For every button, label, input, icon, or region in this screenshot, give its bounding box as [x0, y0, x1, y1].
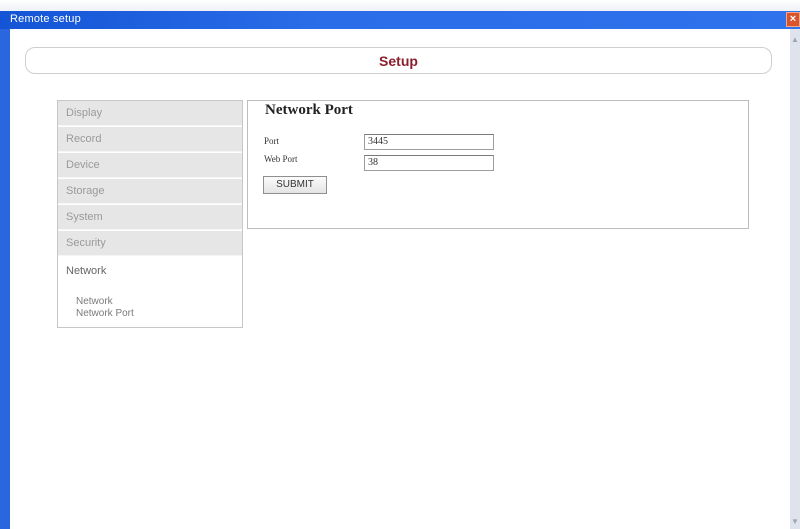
sidebar-subitem-network[interactable]: Network: [76, 296, 113, 308]
window-title: Remote setup: [10, 13, 81, 25]
top-strip: [0, 0, 800, 11]
sidebar-item-system[interactable]: System: [58, 205, 242, 230]
port-input[interactable]: 3445: [364, 134, 494, 150]
window-left-border: [0, 29, 10, 529]
sidebar-item-storage[interactable]: Storage: [58, 179, 242, 204]
setup-header: Setup: [25, 47, 772, 74]
settings-sidebar: Display Record Device Storage System Sec…: [57, 100, 243, 328]
submit-button[interactable]: SUBMIT: [263, 176, 327, 194]
web-port-label: Web Port: [264, 154, 298, 164]
remote-setup-window: Remote setup × ▲ ▼ Setup Display Record …: [0, 0, 800, 529]
scroll-up-icon[interactable]: ▲: [790, 35, 800, 45]
web-port-input[interactable]: 38: [364, 155, 494, 171]
port-label: Port: [264, 136, 280, 146]
network-port-panel: [247, 100, 749, 229]
sidebar-item-display[interactable]: Display: [58, 101, 242, 126]
scrollbar[interactable]: [790, 29, 800, 529]
sidebar-item-security[interactable]: Security: [58, 231, 242, 256]
sidebar-item-device[interactable]: Device: [58, 153, 242, 178]
scroll-down-icon[interactable]: ▼: [790, 517, 800, 527]
sidebar-subitem-network-port[interactable]: Network Port: [76, 308, 134, 320]
panel-title: Network Port: [265, 102, 353, 118]
sidebar-item-record[interactable]: Record: [58, 127, 242, 152]
title-bar[interactable]: [0, 11, 800, 29]
close-button[interactable]: ×: [786, 12, 800, 27]
sidebar-item-network[interactable]: Network: [58, 259, 242, 284]
page-title: Setup: [379, 53, 418, 69]
close-icon: ×: [789, 13, 797, 25]
